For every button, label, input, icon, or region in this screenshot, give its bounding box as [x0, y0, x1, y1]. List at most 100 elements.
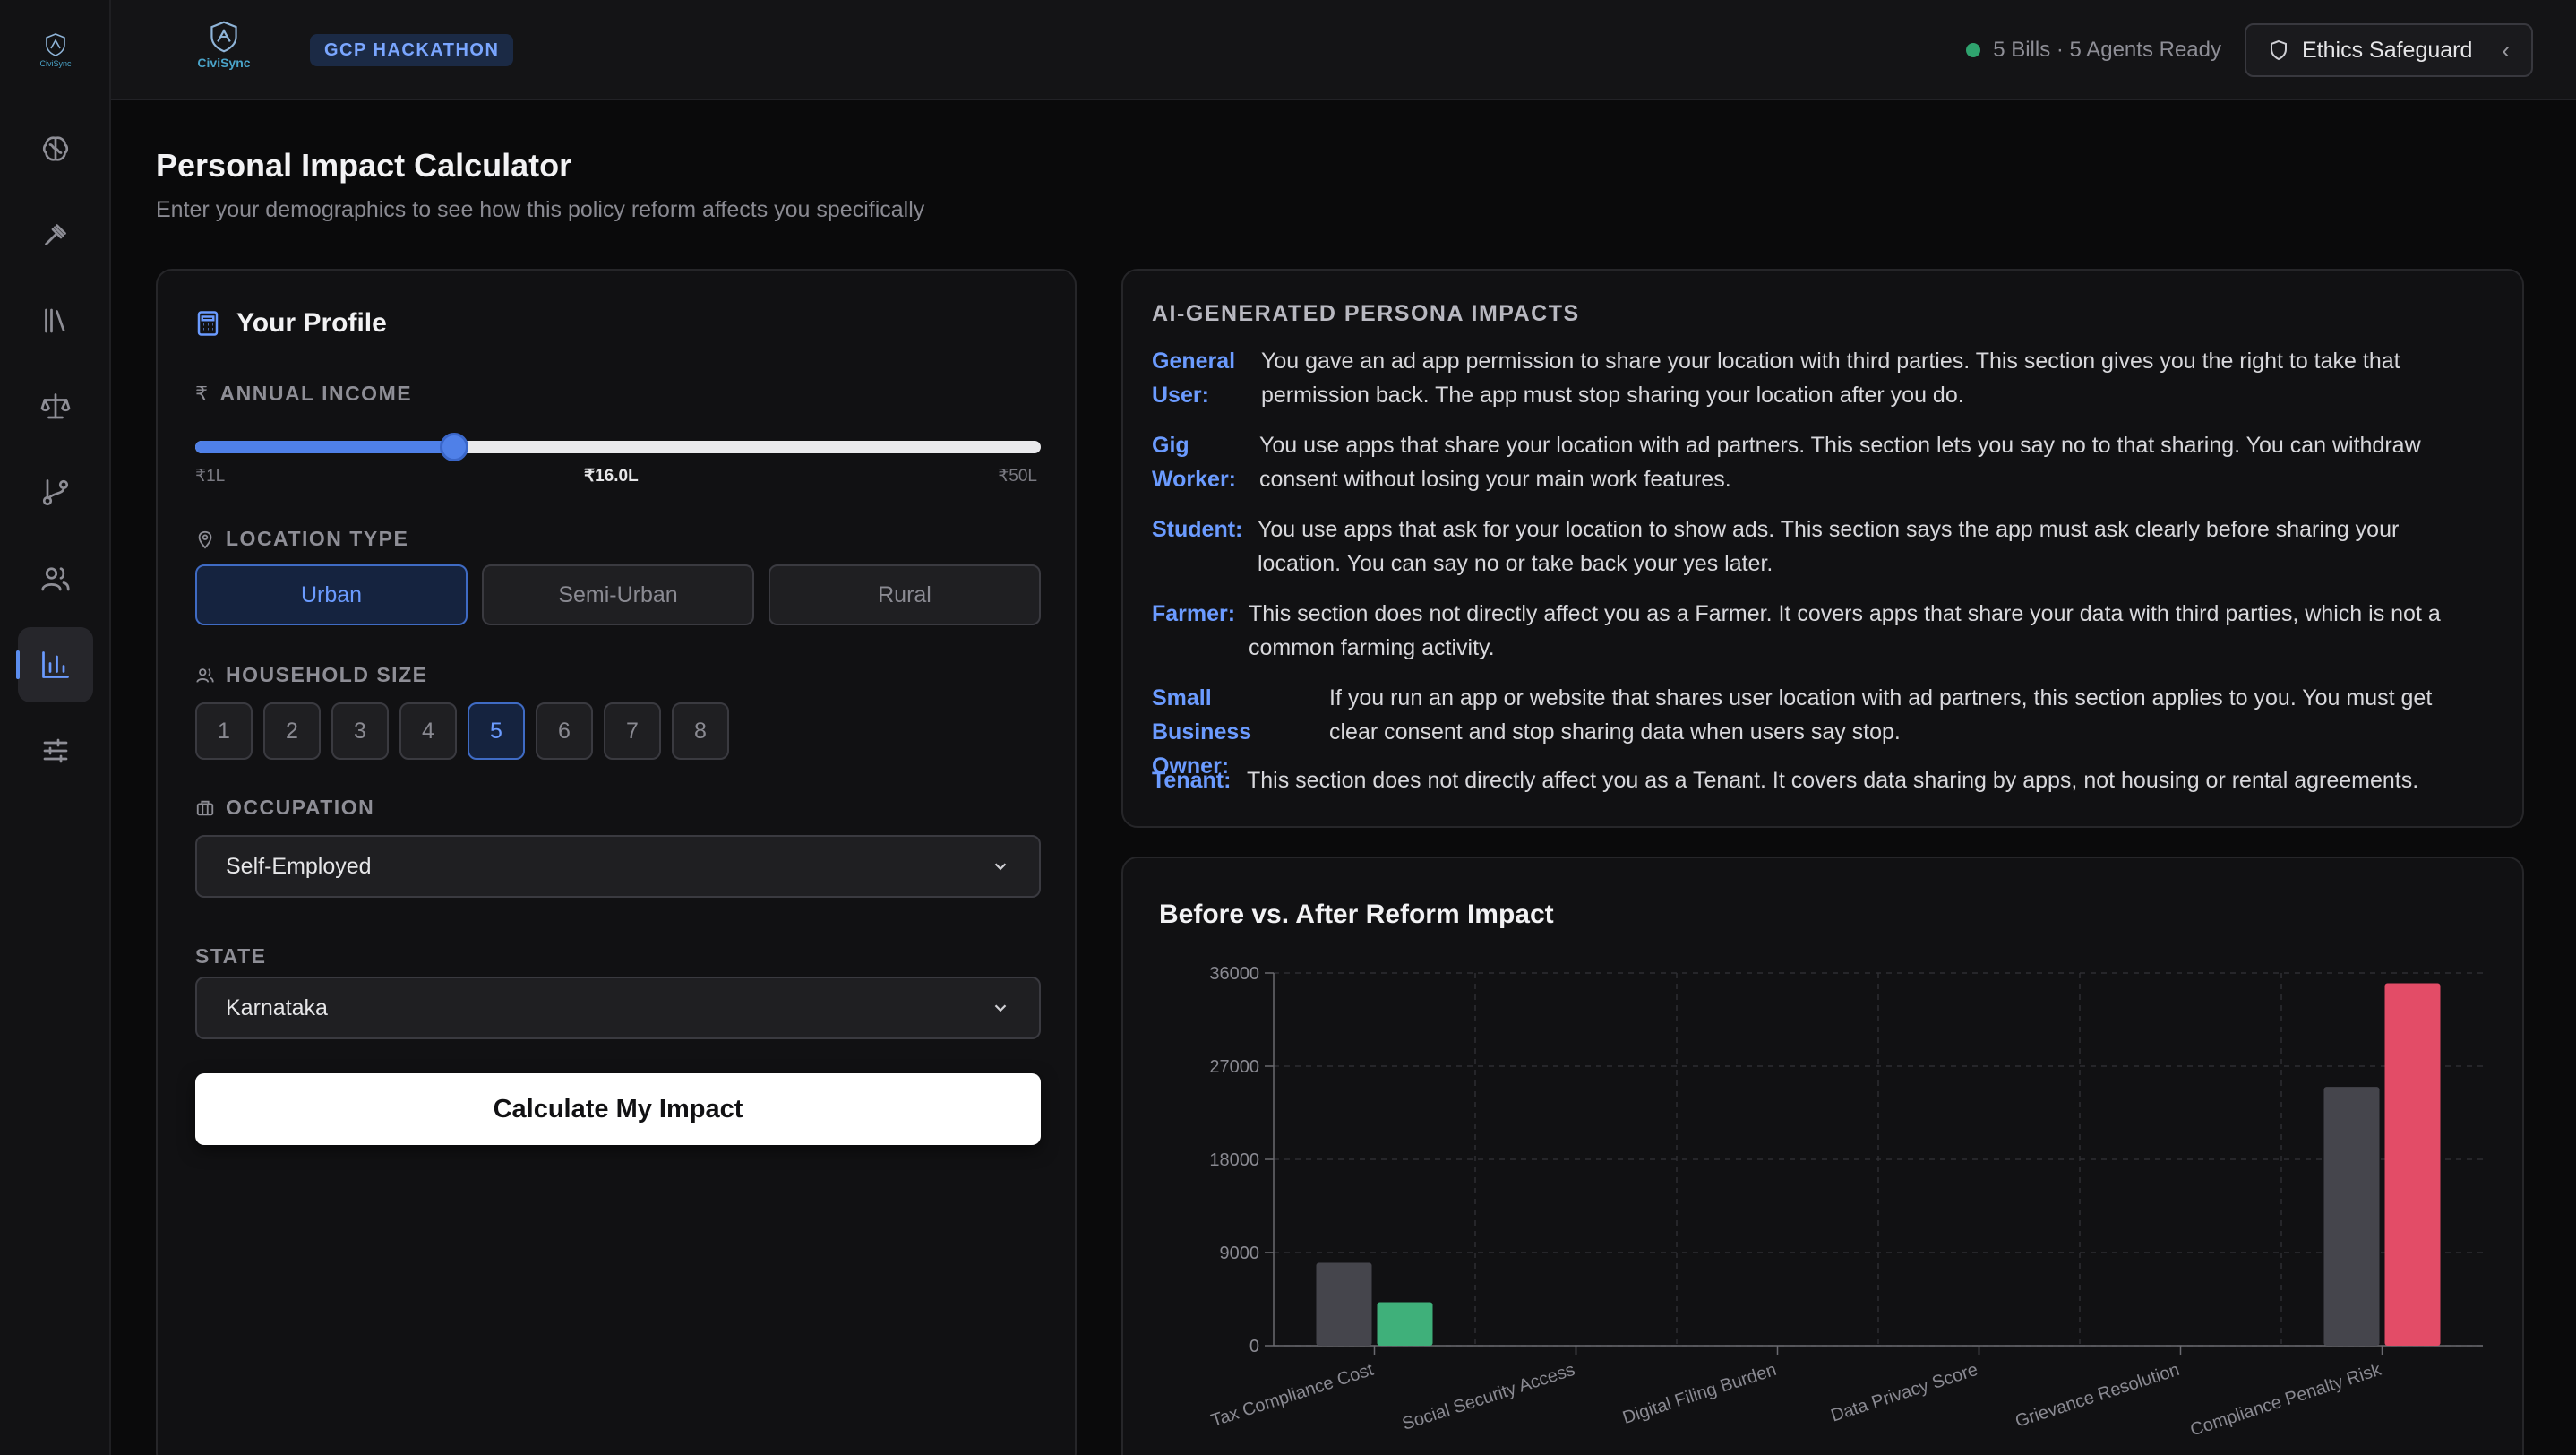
sidebar: CiviSync [0, 0, 111, 1455]
library-icon [45, 308, 65, 333]
household-option[interactable]: 2 [263, 702, 321, 760]
chevron-down-icon [994, 1004, 1007, 1012]
bar [1316, 1262, 1372, 1346]
header-logo[interactable]: CiviSync [190, 20, 258, 75]
ethics-safeguard-button[interactable]: Ethics Safeguard ‹ [2245, 23, 2533, 77]
y-tick-label: 27000 [1209, 1057, 1259, 1077]
persona-impacts-title: AI-GENERATED PERSONA IMPACTS [1152, 301, 1580, 326]
header-logo-text: CiviSync [197, 56, 251, 70]
top-header: CiviSync GCP HACKATHON 5 Bills · 5 Agent… [111, 0, 2576, 100]
x-tick-label: Grievance Resolution [2013, 1360, 2182, 1432]
sidebar-logo-text: CiviSync [39, 59, 72, 68]
briefcase-icon [196, 800, 214, 815]
users-icon [41, 567, 70, 591]
household-option[interactable]: 7 [604, 702, 661, 760]
persona-impacts-card: AI-GENERATED PERSONA IMPACTS General Use… [1121, 269, 2524, 828]
git-branch-icon [42, 479, 69, 506]
chevron-left-icon: ‹ [2502, 36, 2510, 64]
x-tick-label: Data Privacy Score [1828, 1360, 1980, 1426]
occupation-label: OCCUPATION [195, 796, 374, 820]
status-text: 5 Bills · 5 Agents Ready [1993, 38, 2221, 62]
y-tick-label: 18000 [1209, 1150, 1259, 1170]
household-option[interactable]: 1 [195, 702, 253, 760]
shield-logo-icon [210, 21, 237, 53]
x-tick-label: Tax Compliance Cost [1209, 1360, 1377, 1431]
household-option[interactable]: 6 [536, 702, 593, 760]
hackathon-badge: GCP HACKATHON [310, 34, 514, 66]
x-tick-label: Digital Filing Burden [1620, 1360, 1779, 1428]
location-label: LOCATION TYPE [195, 527, 408, 551]
persona-role: Farmer: [1152, 601, 1236, 626]
persona-role: General User: [1152, 349, 1236, 408]
household-option-selected[interactable]: 5 [468, 702, 525, 760]
state-label-text: STATE [195, 944, 267, 968]
state-select[interactable]: Karnataka [195, 977, 1041, 1039]
sidebar-item-branch[interactable] [18, 455, 93, 530]
persona-text: You use apps that ask for your location … [1258, 517, 2400, 576]
status-dot-icon [1966, 43, 1981, 57]
x-tick-label: Compliance Penalty Risk [2188, 1360, 2384, 1441]
y-tick-label: 0 [1249, 1337, 1259, 1356]
persona-role: Gig Worker: [1152, 433, 1237, 492]
users-icon [196, 667, 214, 683]
household-option[interactable]: 8 [672, 702, 729, 760]
page-title: Personal Impact Calculator [156, 147, 572, 184]
persona-row: Tenant: This section does not directly a… [1152, 763, 2486, 797]
shield-icon [2271, 39, 2287, 61]
persona-text: You gave an ad app permission to share y… [1261, 349, 2400, 408]
household-label-text: HOUSEHOLD SIZE [226, 663, 428, 686]
ethics-label: Ethics Safeguard [2302, 37, 2473, 63]
location-semi-urban[interactable]: Semi-Urban [482, 564, 754, 625]
sidebar-item-gavel[interactable] [18, 197, 93, 272]
chevron-down-icon [994, 863, 1007, 871]
income-slider-thumb[interactable] [439, 433, 468, 461]
rupee-icon: ₹ [195, 382, 210, 405]
calculator-icon [197, 311, 219, 336]
location-rural[interactable]: Rural [769, 564, 1041, 625]
calculate-impact-button[interactable]: Calculate My Impact [195, 1073, 1041, 1145]
impact-bar-chart: 0 9000 18000 27000 36000 Tax Compliance Cost S… [1209, 964, 2483, 1441]
location-urban[interactable]: Urban [195, 564, 468, 625]
location-label-text: LOCATION TYPE [226, 527, 409, 550]
persona-row: Student: You use apps that ask for your … [1152, 512, 2486, 581]
gavel-icon [45, 224, 66, 245]
bar [2384, 983, 2441, 1346]
y-tick-label: 36000 [1209, 964, 1259, 984]
sidebar-item-settings[interactable] [18, 713, 93, 788]
x-tick-label: Social Security Access [1400, 1360, 1577, 1434]
page-subtitle: Enter your demographics to see how this … [156, 197, 925, 222]
bar [1377, 1302, 1433, 1346]
persona-role: Tenant: [1152, 768, 1232, 793]
income-slider[interactable] [195, 433, 1041, 461]
sidebar-item-impact[interactable] [16, 627, 93, 702]
household-label: HOUSEHOLD SIZE [195, 663, 427, 687]
sidebar-item-brain[interactable] [18, 111, 93, 186]
occupation-select[interactable]: Self-Employed [195, 835, 1041, 898]
occupation-label-text: OCCUPATION [226, 796, 375, 819]
persona-text: You use apps that share your location wi… [1259, 433, 2421, 492]
state-label: STATE [195, 944, 266, 969]
household-option[interactable]: 3 [331, 702, 389, 760]
map-pin-icon [198, 530, 212, 548]
sidebar-logo[interactable]: CiviSync [29, 32, 82, 75]
bar-chart-icon [42, 651, 69, 678]
profile-heading: Your Profile [195, 308, 387, 339]
sidebar-item-library[interactable] [18, 283, 93, 358]
income-label-text: ANNUAL INCOME [219, 382, 413, 405]
sidebar-item-users[interactable] [18, 541, 93, 616]
brain-icon [42, 136, 69, 161]
household-option[interactable]: 4 [399, 702, 457, 760]
sliders-icon [43, 738, 68, 763]
income-max: ₹50L [998, 467, 1037, 486]
occupation-value: Self-Employed [226, 853, 372, 879]
sidebar-item-scale[interactable] [18, 369, 93, 444]
y-tick-label: 9000 [1220, 1244, 1260, 1263]
income-label: ₹ ANNUAL INCOME [195, 382, 412, 406]
shield-logo-icon [46, 33, 65, 56]
state-value: Karnataka [226, 994, 328, 1020]
bar [2323, 1087, 2380, 1346]
scale-icon [40, 393, 71, 419]
persona-role: Student: [1152, 517, 1243, 542]
persona-row: Gig Worker: You use apps that share your… [1152, 428, 2486, 496]
income-min: ₹1L [195, 467, 226, 486]
